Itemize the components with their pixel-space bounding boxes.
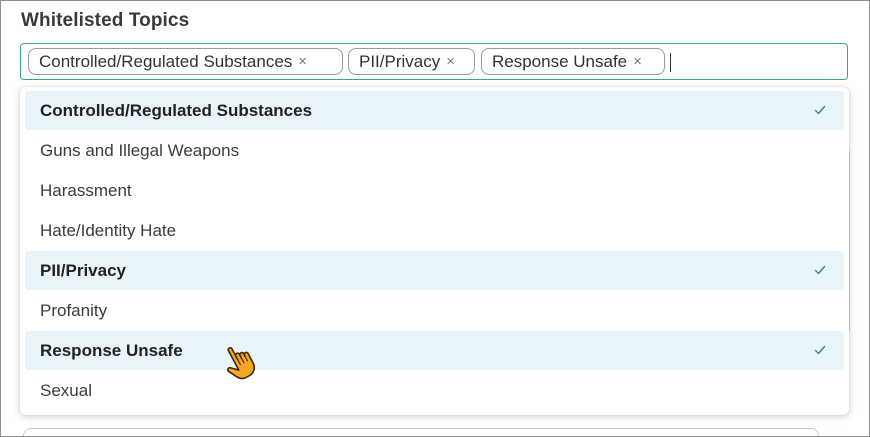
topics-tag-input[interactable]: Controlled/Regulated Substances × PII/Pr…	[20, 43, 848, 80]
check-icon	[814, 265, 826, 275]
option-controlled-substances[interactable]: Controlled/Regulated Substances	[25, 91, 844, 130]
underlying-field	[23, 428, 819, 436]
option-label: Harassment	[40, 180, 132, 200]
option-hate-identity-hate[interactable]: Hate/Identity Hate	[25, 211, 844, 250]
option-label: Response Unsafe	[40, 340, 183, 360]
tag-label: Controlled/Regulated Substances	[39, 51, 293, 71]
option-label: Profanity	[40, 300, 108, 320]
page-frame: Whitelisted Topics Controlled/Regulated …	[0, 0, 870, 437]
option-guns-illegal-weapons[interactable]: Guns and Illegal Weapons	[25, 131, 844, 170]
hand-pointer-icon	[227, 346, 256, 380]
option-sexual[interactable]: Sexual	[25, 371, 844, 410]
tag-remove-icon[interactable]: ×	[298, 54, 307, 69]
tag-response-unsafe[interactable]: Response Unsafe ×	[481, 48, 665, 75]
option-label: Guns and Illegal Weapons	[40, 140, 240, 160]
option-pii-privacy[interactable]: PII/Privacy	[25, 251, 844, 290]
tag-remove-icon[interactable]: ×	[633, 54, 642, 69]
section-title: Whitelisted Topics	[21, 10, 190, 31]
option-label: Hate/Identity Hate	[40, 220, 177, 240]
option-harassment[interactable]: Harassment	[25, 171, 844, 210]
check-icon	[814, 105, 826, 115]
topics-dropdown: Controlled/Regulated Substances Guns and…	[20, 87, 849, 415]
option-response-unsafe[interactable]: Response Unsafe	[25, 331, 844, 370]
check-icon	[814, 345, 826, 355]
underlying-panel-edge	[849, 151, 850, 331]
option-profanity[interactable]: Profanity	[25, 291, 844, 330]
tag-label: PII/Privacy	[359, 51, 441, 71]
option-label: Controlled/Regulated Substances	[40, 100, 313, 120]
option-label: PII/Privacy	[40, 260, 127, 280]
option-label: Sexual	[40, 380, 92, 400]
tag-pii-privacy[interactable]: PII/Privacy ×	[348, 48, 475, 75]
tag-label: Response Unsafe	[492, 51, 628, 71]
text-caret	[670, 53, 671, 72]
tag-remove-icon[interactable]: ×	[446, 54, 455, 69]
tag-controlled-substances[interactable]: Controlled/Regulated Substances ×	[28, 48, 343, 75]
